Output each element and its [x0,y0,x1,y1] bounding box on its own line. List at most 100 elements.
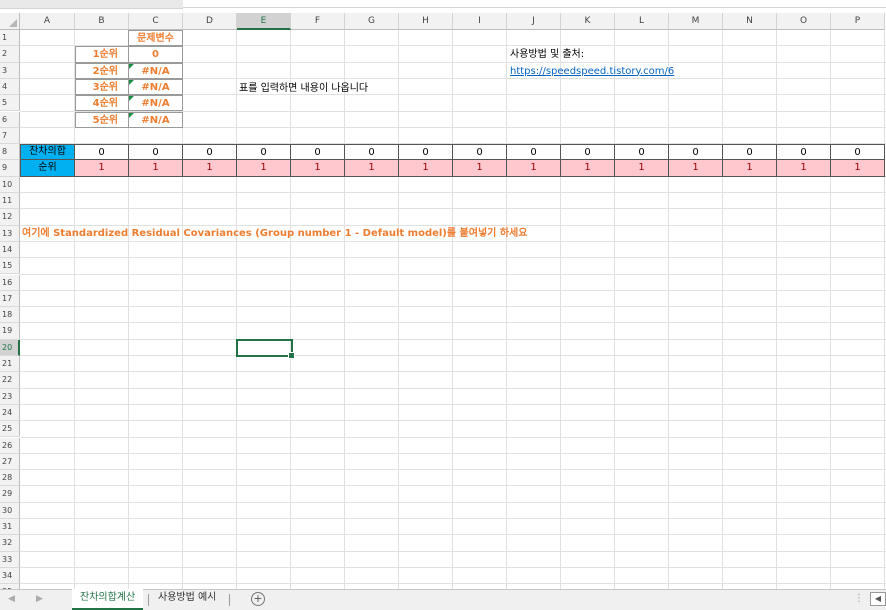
rank-value[interactable]: 0 [128,46,183,63]
rank-value-cell[interactable]: 1 [615,160,669,177]
rank-value-cell[interactable]: 1 [669,160,723,177]
column-header-k[interactable]: K [561,13,615,30]
column-header-i[interactable]: I [453,13,507,30]
row-header-30[interactable]: 30 [0,502,20,519]
residual-sum-value[interactable]: 0 [399,144,453,161]
row-header-24[interactable]: 24 [0,404,20,422]
row-header-28[interactable]: 28 [0,470,20,487]
rank-label[interactable]: 5순위 [75,111,129,128]
residual-sum-value[interactable]: 0 [561,144,615,161]
column-header-b[interactable]: B [75,13,129,30]
row-header-32[interactable]: 32 [0,535,20,552]
tab-scroll-split-icon[interactable]: ⋮ [854,593,864,604]
residual-sum-value[interactable]: 0 [669,144,723,161]
row-header-22[interactable]: 22 [0,372,20,389]
column-header-a[interactable]: A [20,13,75,30]
scroll-right-icon[interactable]: ◀ [870,592,886,606]
rank-label[interactable]: 4순위 [75,95,129,112]
row-header-19[interactable]: 19 [0,323,20,340]
row-header-7[interactable]: 7 [0,127,20,145]
rank-value[interactable]: #N/A [128,111,183,128]
row-header-17[interactable]: 17 [0,290,20,308]
residual-sum-value[interactable]: 0 [237,144,291,161]
column-header-e[interactable]: E [237,13,291,30]
residual-sum-value[interactable]: 0 [129,144,183,161]
sheet-tab-residual-calc[interactable]: 잔차의합계산 [72,589,144,610]
rank-value[interactable]: #N/A [128,95,183,112]
spreadsheet-grid[interactable]: ABCDEFGHIJKLMNOP 1 2 3 4 5 6 7 8 9 10 11 12 13 14 15 16… [0,13,886,589]
row-header-12[interactable]: 12 [0,209,20,226]
rank-value-cell[interactable]: 1 [291,160,345,177]
row-header-33[interactable]: 33 [0,551,20,568]
row-header-16[interactable]: 16 [0,274,20,291]
instruction-text[interactable]: 표를 입력하면 내용이 나옵니다 [239,81,368,97]
column-header-f[interactable]: F [291,13,345,30]
row-header-5[interactable]: 5 [0,95,20,112]
row-header-10[interactable]: 10 [0,176,20,193]
row-header-21[interactable]: 21 [0,356,20,373]
row-header-2[interactable]: 2 [0,46,20,63]
rank-row-label[interactable]: 순위 [20,160,75,177]
row-header-4[interactable]: 4 [0,78,20,96]
usage-label[interactable]: 사용방법 및 출처: [510,47,584,63]
row-header-11[interactable]: 11 [0,193,20,210]
row-header-14[interactable]: 14 [0,241,20,259]
row-header-27[interactable]: 27 [0,453,20,471]
column-header-l[interactable]: L [615,13,669,30]
problem-variable-header[interactable]: 문제변수 [128,30,183,47]
residual-sum-value[interactable]: 0 [75,144,129,161]
add-sheet-button[interactable]: + [251,592,265,606]
rank-value-cell[interactable]: 1 [453,160,507,177]
residual-sum-value[interactable]: 0 [183,144,237,161]
row-header-20[interactable]: 20 [0,339,20,356]
row-header-8[interactable]: 8 [0,144,20,161]
paste-instruction[interactable]: 여기에 Standardized Residual Covariances (G… [22,226,527,242]
residual-sum-value[interactable]: 0 [723,144,777,161]
rank-value-cell[interactable]: 1 [561,160,615,177]
residual-sum-value[interactable]: 0 [453,144,507,161]
active-cell-selection[interactable] [236,338,295,359]
rank-value-cell[interactable]: 1 [723,160,777,177]
rank-label[interactable]: 1순위 [75,46,129,63]
residual-sum-label[interactable]: 잔차의합 [20,144,75,161]
residual-sum-value[interactable]: 0 [507,144,561,161]
column-header-p[interactable]: P [831,13,885,30]
residual-sum-value[interactable]: 0 [777,144,831,161]
row-header-13[interactable]: 13 [0,225,20,242]
row-header-1[interactable]: 1 [0,30,20,47]
column-header-c[interactable]: C [129,13,183,30]
select-all-corner[interactable] [0,13,20,30]
row-header-9[interactable]: 9 [0,160,20,177]
rank-label[interactable]: 3순위 [75,78,129,96]
rank-value-cell[interactable]: 1 [75,160,129,177]
column-header-g[interactable]: G [345,13,399,30]
rank-value-cell[interactable]: 1 [183,160,237,177]
column-header-m[interactable]: M [669,13,723,30]
rank-value-cell[interactable]: 1 [129,160,183,177]
rank-value-cell[interactable]: 1 [777,160,831,177]
row-header-34[interactable]: 34 [0,567,20,585]
rank-label[interactable]: 2순위 [75,62,129,79]
row-header-18[interactable]: 18 [0,307,20,324]
fill-handle[interactable] [288,351,295,359]
rank-value[interactable]: #N/A [128,78,183,96]
row-header-25[interactable]: 25 [0,421,20,438]
residual-sum-value[interactable]: 0 [831,144,885,161]
residual-sum-value[interactable]: 0 [291,144,345,161]
prev-sheet-icon[interactable]: ◀ [8,594,15,604]
row-header-6[interactable]: 6 [0,111,20,128]
column-header-o[interactable]: O [777,13,831,30]
residual-sum-value[interactable]: 0 [615,144,669,161]
row-header-26[interactable]: 26 [0,437,20,454]
usage-link[interactable]: https://speedspeed.tistory.com/6 [510,64,674,80]
sheet-tab-usage-example[interactable]: 사용방법 예시 [150,589,224,608]
column-header-n[interactable]: N [723,13,777,30]
residual-sum-value[interactable]: 0 [345,144,399,161]
next-sheet-icon[interactable]: ▶ [36,594,43,604]
column-header-j[interactable]: J [507,13,561,30]
row-header-3[interactable]: 3 [0,62,20,79]
rank-value-cell[interactable]: 1 [399,160,453,177]
rank-value-cell[interactable]: 1 [507,160,561,177]
column-header-d[interactable]: D [183,13,237,30]
name-box-area[interactable] [0,0,183,9]
